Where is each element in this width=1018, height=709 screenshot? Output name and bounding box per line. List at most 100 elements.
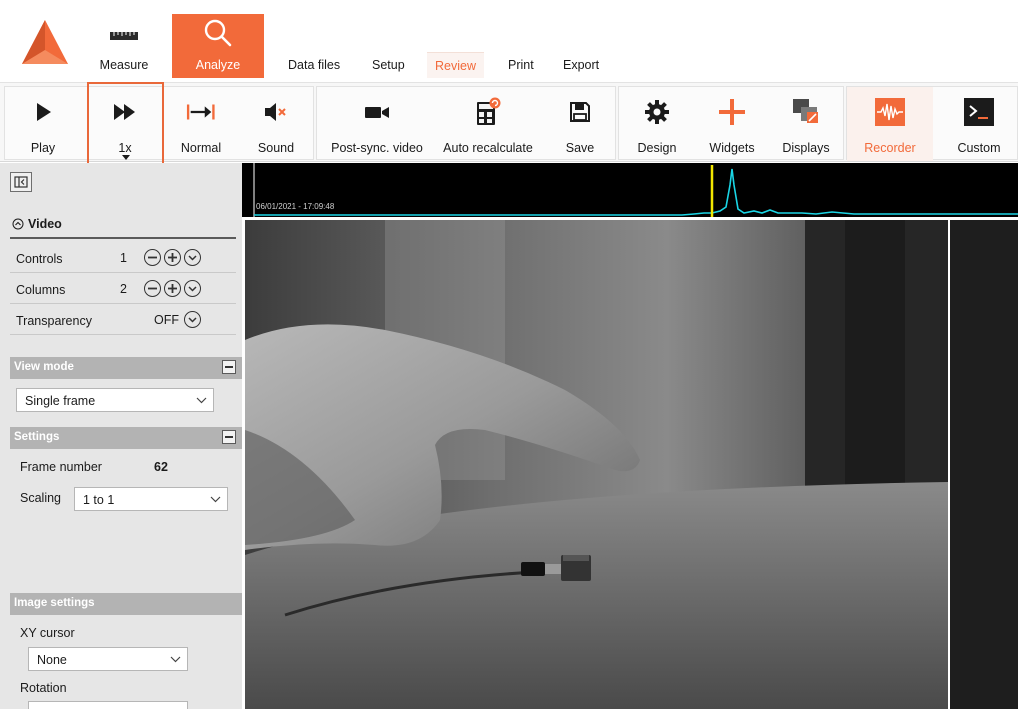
- columns-row: Columns 2: [10, 274, 236, 304]
- mode-group: Recorder Custom: [846, 86, 1018, 161]
- decrement-controls-button[interactable]: [144, 249, 161, 266]
- recorder-button[interactable]: Recorder: [847, 87, 933, 161]
- tab-measure-label: Measure: [99, 58, 149, 72]
- chevron-down-icon: [170, 656, 181, 663]
- video-frame-image: [245, 220, 948, 709]
- sound-muted-icon: [261, 97, 291, 127]
- terminal-icon: [964, 97, 994, 127]
- normal-label: Normal: [180, 141, 222, 155]
- play-icon: [28, 97, 58, 127]
- calculator-icon: [473, 97, 503, 127]
- video-section-title: Video: [28, 217, 62, 231]
- app-logo-icon: [22, 20, 68, 64]
- save-button[interactable]: Save: [547, 87, 613, 161]
- image-settings-title: Image settings: [14, 597, 95, 609]
- save-icon: [565, 97, 595, 127]
- minimize-view-mode-button[interactable]: [222, 360, 236, 374]
- tab-analyze[interactable]: Analyze: [172, 14, 264, 78]
- review-display-area: 06/01/2021 - 17:09:48: [242, 163, 1018, 709]
- normal-button[interactable]: Normal: [163, 87, 239, 161]
- decrement-columns-button[interactable]: [144, 280, 161, 297]
- controls-label: Controls: [16, 252, 63, 266]
- ruler-icon: [110, 32, 138, 40]
- displays-button[interactable]: Displays: [769, 87, 843, 161]
- sound-button[interactable]: Sound: [239, 87, 313, 161]
- settings-section-header[interactable]: Settings: [10, 427, 242, 449]
- layout-group: Design Widgets Displays: [618, 86, 844, 160]
- timeline-timestamp: 06/01/2021 - 17:09:48: [256, 202, 335, 211]
- properties-panel: Video Controls 1 Columns 2 Transparency …: [0, 163, 242, 709]
- post-sync-video-button[interactable]: Post-sync. video: [317, 87, 437, 161]
- controls-value: 1: [120, 251, 127, 265]
- custom-button[interactable]: Custom: [941, 87, 1017, 161]
- columns-dropdown-button[interactable]: [184, 280, 201, 297]
- frame-number-label: Frame number: [20, 460, 102, 474]
- waveform-icon: [875, 97, 905, 127]
- chevron-down-icon: [210, 496, 221, 503]
- view-mode-title: View mode: [14, 361, 74, 373]
- minus-icon: [148, 256, 157, 259]
- post-sync-video-label: Post-sync. video: [331, 141, 423, 155]
- video-section-header[interactable]: Video: [10, 211, 236, 239]
- transparency-row: Transparency OFF: [10, 305, 236, 335]
- scaling-label: Scaling: [20, 491, 61, 505]
- auto-recalculate-button[interactable]: Auto recalculate: [433, 87, 543, 161]
- sound-label: Sound: [257, 141, 295, 155]
- displays-icon: [791, 97, 821, 127]
- save-label: Save: [565, 141, 595, 155]
- frame-number-value: 62: [154, 460, 168, 474]
- subtab-review[interactable]: Review: [427, 52, 484, 78]
- plus-icon: [168, 253, 177, 262]
- plus-icon: [717, 97, 747, 127]
- plus-icon: [168, 284, 177, 293]
- controls-dropdown-button[interactable]: [184, 249, 201, 266]
- minus-icon: [148, 287, 157, 290]
- design-label: Design: [637, 141, 677, 155]
- video-frame: [245, 220, 948, 709]
- displays-label: Displays: [782, 141, 830, 155]
- increment-controls-button[interactable]: [164, 249, 181, 266]
- play-button[interactable]: Play: [5, 87, 81, 161]
- controls-row: Controls 1: [10, 243, 236, 273]
- play-label: Play: [30, 141, 56, 155]
- recorder-label: Recorder: [864, 141, 916, 155]
- rotation-dropdown[interactable]: [28, 701, 188, 709]
- speed-highlight-box: [87, 82, 164, 165]
- view-mode-section-header[interactable]: View mode: [10, 357, 242, 379]
- timeline-scrubber[interactable]: 06/01/2021 - 17:09:48: [242, 163, 1018, 217]
- subtab-print[interactable]: Print: [500, 52, 542, 78]
- scaling-dropdown[interactable]: 1 to 1: [74, 487, 228, 511]
- subtab-setup[interactable]: Setup: [364, 52, 413, 78]
- jump-to-end-icon: [186, 97, 216, 127]
- columns-value: 2: [120, 282, 127, 296]
- magnifier-icon: [204, 19, 232, 47]
- chevron-down-icon: [196, 397, 207, 404]
- scaling-value: 1 to 1: [83, 493, 115, 507]
- minimize-settings-button[interactable]: [222, 430, 236, 444]
- subtab-data-files[interactable]: Data files: [280, 52, 348, 78]
- auto-recalculate-label: Auto recalculate: [443, 141, 533, 155]
- transparency-dropdown-button[interactable]: [184, 311, 201, 328]
- chevron-up-circle-icon: [12, 218, 24, 230]
- collapse-panel-button[interactable]: [10, 172, 32, 192]
- view-mode-value: Single frame: [25, 394, 96, 408]
- subtab-export[interactable]: Export: [555, 52, 607, 78]
- widgets-button[interactable]: Widgets: [695, 87, 769, 161]
- chevron-down-icon: [188, 254, 197, 261]
- xy-cursor-value: None: [37, 653, 67, 667]
- design-button[interactable]: Design: [619, 87, 695, 161]
- increment-columns-button[interactable]: [164, 280, 181, 297]
- columns-label: Columns: [16, 283, 66, 297]
- secondary-display: [950, 220, 1018, 709]
- chevron-down-icon: [188, 285, 197, 292]
- panel-collapse-icon: [14, 176, 28, 188]
- video-camera-icon: [362, 97, 392, 127]
- xy-cursor-dropdown[interactable]: None: [28, 647, 188, 671]
- tab-measure[interactable]: Measure: [84, 14, 164, 78]
- rotation-label: Rotation: [20, 681, 67, 695]
- settings-title: Settings: [14, 431, 60, 443]
- custom-label: Custom: [957, 141, 1001, 155]
- view-mode-dropdown[interactable]: Single frame: [16, 388, 214, 412]
- main-menu: Measure Analyze Data files Setup Review …: [0, 0, 1018, 82]
- image-settings-section-header[interactable]: Image settings: [10, 593, 242, 615]
